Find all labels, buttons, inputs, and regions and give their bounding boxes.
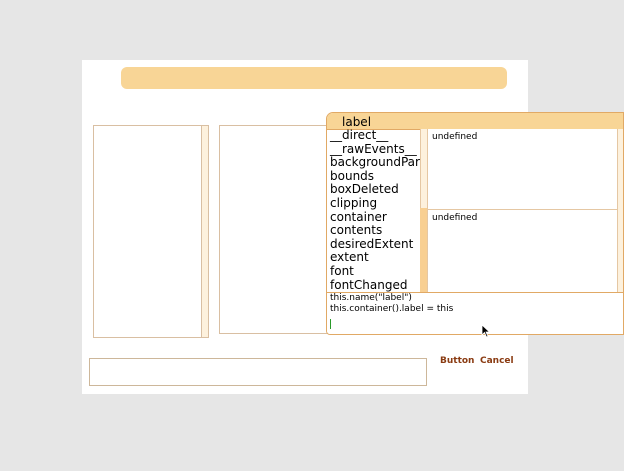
field-item[interactable]: contents xyxy=(327,224,420,238)
value-pane-scrollbar[interactable] xyxy=(617,129,623,292)
value-pane-bottom[interactable]: undefined xyxy=(427,210,617,292)
value-text: undefined xyxy=(432,213,478,223)
field-item[interactable]: __rawEvents__ xyxy=(327,142,420,157)
dialog-title-bar[interactable] xyxy=(121,67,507,89)
field-item[interactable]: container xyxy=(327,210,420,225)
value-text: undefined xyxy=(432,132,478,142)
text-input-field[interactable] xyxy=(89,358,427,386)
field-item[interactable]: extent xyxy=(327,251,420,265)
text-caret xyxy=(330,319,331,329)
code-line: this.name("label") xyxy=(330,293,412,303)
inspector-header[interactable]: label xyxy=(327,113,623,130)
left-list-scrollbar[interactable] xyxy=(201,125,209,338)
inspector-field-list[interactable]: __direct__ __rawEvents__ backgroundPar b… xyxy=(327,129,420,292)
arrow-pointer-icon xyxy=(481,323,491,342)
inspector-title: label xyxy=(342,115,372,129)
middle-list-pane[interactable] xyxy=(219,125,329,334)
field-item[interactable]: font xyxy=(327,264,420,279)
field-item[interactable]: boxDeleted xyxy=(327,183,420,197)
field-item[interactable]: bounds xyxy=(327,169,420,184)
left-list-pane[interactable] xyxy=(93,125,202,338)
field-item[interactable]: clipping xyxy=(327,196,420,211)
field-item[interactable]: __direct__ xyxy=(327,129,420,143)
button-button[interactable]: Button xyxy=(440,356,474,366)
cancel-button[interactable]: Cancel xyxy=(480,356,514,366)
object-inspector: label __direct__ __rawEvents__ backgroun… xyxy=(326,112,624,335)
field-list-scroll-thumb[interactable] xyxy=(420,208,427,292)
field-item[interactable]: desiredExtent xyxy=(327,237,420,252)
value-pane-top[interactable]: undefined xyxy=(427,129,617,209)
code-line: this.container().label = this xyxy=(330,304,454,314)
field-item[interactable]: backgroundPar xyxy=(327,156,420,170)
code-editor[interactable]: this.name("label") this.container().labe… xyxy=(327,292,623,334)
field-item[interactable]: fontChanged xyxy=(327,278,420,292)
